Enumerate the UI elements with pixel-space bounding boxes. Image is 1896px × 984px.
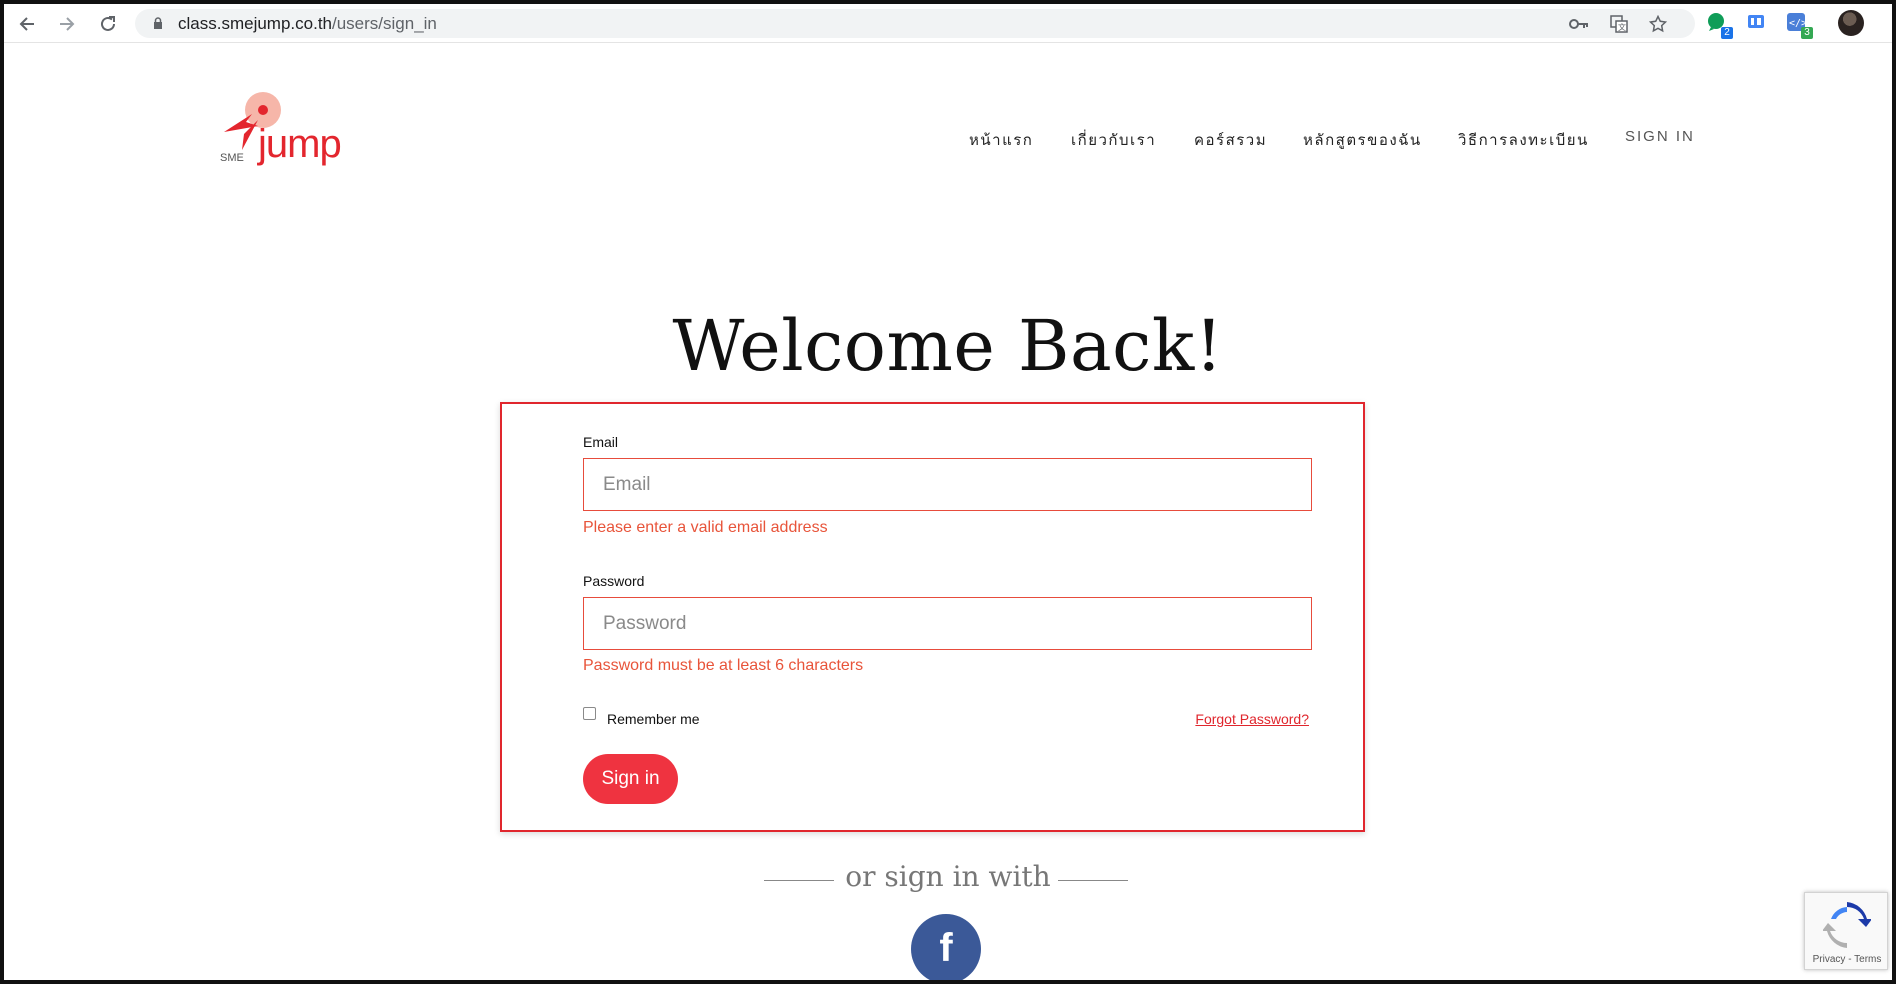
- forgot-password-link[interactable]: Forgot Password?: [1195, 711, 1309, 727]
- translate-icon[interactable]: 文: [1608, 13, 1630, 35]
- password-label: Password: [583, 573, 645, 589]
- recaptcha-badge[interactable]: Privacy - Terms: [1804, 892, 1888, 970]
- nav-item-sign-in[interactable]: SIGN IN: [1625, 128, 1695, 145]
- lock-icon: [154, 17, 162, 29]
- main-navigation: หน้าแรก เกี่ยวกับเรา คอร์สรวม หลักสูตรขอ…: [0, 128, 1896, 152]
- sign-in-form: Email Please enter a valid email address…: [500, 402, 1365, 832]
- email-label: Email: [583, 434, 619, 450]
- reload-icon[interactable]: [95, 11, 121, 37]
- svg-text:文: 文: [1618, 22, 1626, 32]
- remember-me-checkbox[interactable]: [583, 707, 596, 720]
- nav-item-my-courses[interactable]: หลักสูตรของฉัน: [1303, 128, 1422, 152]
- facebook-icon: f: [939, 926, 953, 970]
- nav-item-about[interactable]: เกี่ยวกับเรา: [1071, 128, 1156, 152]
- profile-avatar[interactable]: [1838, 10, 1864, 36]
- facebook-sign-in-button[interactable]: f: [911, 914, 981, 984]
- nav-item-how-to-register[interactable]: วิธีการลงทะเบียน: [1458, 128, 1589, 152]
- social-divider-text: or sign in with: [845, 860, 1051, 893]
- forward-arrow-icon[interactable]: [54, 11, 80, 37]
- logo-sme-text: SME: [220, 152, 244, 164]
- sign-in-button[interactable]: Sign in: [583, 754, 678, 804]
- nav-item-courses[interactable]: คอร์สรวม: [1194, 128, 1267, 152]
- address-bar[interactable]: class.smejump.co.th/users/sign_in 文: [135, 9, 1695, 38]
- back-arrow-icon[interactable]: [14, 11, 40, 37]
- page-title: Welcome Back!: [672, 305, 1224, 387]
- password-error-message: Password must be at least 6 characters: [583, 657, 864, 674]
- extension-code-icon[interactable]: </> 3: [1785, 11, 1813, 39]
- nav-item-home[interactable]: หน้าแรก: [969, 128, 1033, 152]
- recaptcha-links[interactable]: Privacy - Terms: [1805, 954, 1889, 965]
- recaptcha-icon: [1823, 902, 1871, 948]
- password-field[interactable]: [583, 597, 1312, 650]
- remember-me-label: Remember me: [607, 711, 700, 727]
- extension-window-icon[interactable]: [1745, 11, 1769, 35]
- key-icon[interactable]: [1568, 13, 1590, 35]
- email-error-message: Please enter a valid email address: [583, 519, 828, 536]
- email-field[interactable]: [583, 458, 1312, 511]
- extension-chat-icon[interactable]: 2: [1705, 11, 1733, 39]
- divider-line-right: [1058, 880, 1128, 881]
- extension-badge: 2: [1721, 27, 1733, 39]
- bookmark-star-icon[interactable]: [1647, 13, 1669, 35]
- url-text: class.smejump.co.th/users/sign_in: [178, 14, 437, 33]
- extension-badge: 3: [1801, 27, 1813, 39]
- browser-toolbar: class.smejump.co.th/users/sign_in 文 2 </…: [4, 4, 1892, 43]
